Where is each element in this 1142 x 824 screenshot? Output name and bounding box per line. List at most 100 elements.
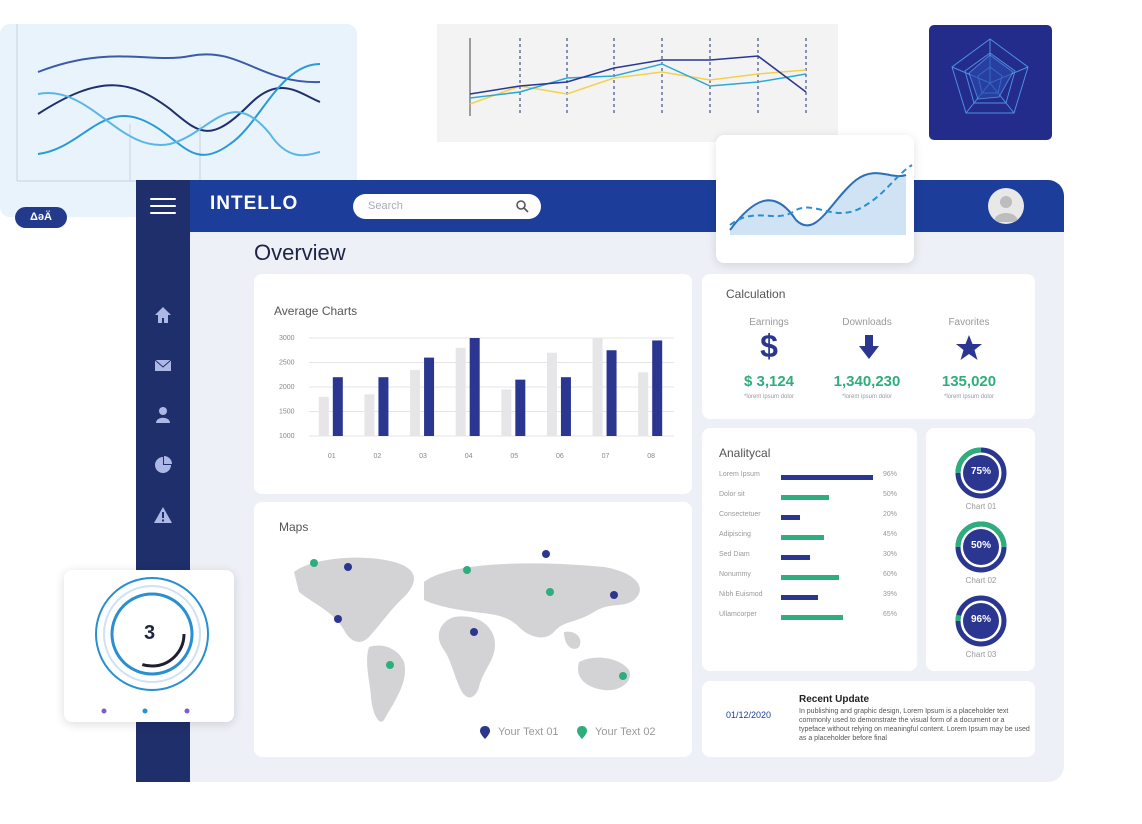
line-chart (469, 38, 807, 116)
analytical-bar (781, 595, 818, 600)
earnings-sub: *lorem ipsum dolor (743, 394, 795, 400)
calculation-title: Calculation (726, 287, 786, 301)
favorites-label: Favorites (948, 317, 990, 328)
warning-icon[interactable] (153, 505, 173, 525)
bar-series-2 (378, 377, 389, 436)
download-arrow-icon (859, 335, 879, 359)
analytical-bar (781, 535, 824, 540)
legend-label-01: Your Text 01 (498, 726, 559, 738)
pie-chart-icon[interactable] (153, 455, 173, 475)
top-bar: INTELLO Search (190, 180, 1064, 232)
analytical-bar (781, 475, 873, 480)
x-tick-label: 05 (510, 453, 518, 460)
analytical-bar (781, 495, 829, 500)
analytical-row-percent: 60% (883, 571, 898, 578)
dashboard-window: INTELLO Search Overview Average Charts 3… (136, 180, 1064, 782)
area-chart-card (716, 135, 914, 263)
calculation-panel: Calculation Earnings $ $ 3,124 *lorem ip… (702, 274, 1035, 419)
bar-series-1 (455, 347, 466, 436)
page-title: Overview (254, 240, 346, 265)
downloads-label: Downloads (842, 317, 892, 328)
hamburger-menu-icon[interactable] (150, 198, 176, 214)
progress-ring-label: Chart 02 (965, 576, 997, 585)
analytical-bar (781, 575, 839, 580)
dollar-icon: $ (760, 329, 778, 363)
bar-series-2 (332, 377, 343, 436)
bar-series-2 (606, 350, 617, 436)
bar-series-2 (469, 338, 480, 436)
bar-series-1 (318, 396, 329, 436)
avatar[interactable] (988, 188, 1024, 224)
y-tick-label: 2000 (279, 384, 295, 391)
legend-label-02: Your Text 02 (595, 726, 656, 738)
bar-series-1 (501, 389, 512, 436)
bar-series-2 (424, 357, 435, 436)
analytical-row-percent: 65% (883, 611, 898, 618)
bar-series-2 (652, 340, 663, 436)
earnings-label: Earnings (749, 317, 789, 328)
radar-chart (951, 38, 1029, 114)
recent-update-text: In publishing and graphic design, Lorem … (799, 708, 1030, 742)
bar-series-1 (546, 352, 557, 436)
bar-series-2 (560, 377, 571, 436)
analytical-row-label: Sed Diam (719, 551, 750, 558)
downloads-sub: *lorem ipsum dolor (841, 394, 893, 400)
rings-panel: 75% Chart 01 50% Chart 02 96% Chart 03 (926, 428, 1035, 671)
bar-series-1 (638, 372, 649, 436)
x-tick-label: 04 (465, 453, 473, 460)
bar-series-1 (410, 369, 421, 436)
analytical-row-percent: 96% (883, 471, 898, 478)
progress-ring-label: Chart 03 (965, 650, 997, 659)
favorites-sub: *lorem ipsum dolor (943, 394, 995, 400)
analytical-row-label: Dolor sit (719, 491, 745, 498)
bar-series-1 (364, 394, 375, 436)
bar-series-2 (515, 379, 526, 436)
area-chart (729, 164, 913, 235)
user-icon[interactable] (153, 405, 173, 425)
analytical-row-label: Nonummy (719, 571, 751, 578)
search-icon[interactable] (515, 199, 529, 213)
analytical-row-label: Lorem Ipsum (719, 471, 760, 478)
progress-ring-label: Chart 01 (965, 502, 997, 511)
x-tick-label: 08 (647, 453, 655, 460)
x-tick-label: 02 (374, 453, 382, 460)
analytical-title: Analitycal (719, 446, 771, 460)
average-bar-chart: 3000 2500 2000 1500 1000 01 02 03 04 05 06 07 08 (279, 335, 674, 460)
search-input[interactable]: Search (353, 194, 541, 219)
analytical-row-percent: 30% (883, 551, 898, 558)
analytical-panel: Analitycal Lorem Ipsum 96% Dolor sit 50% Con… (702, 428, 917, 671)
analytical-bar (781, 515, 800, 520)
app-logo: INTELLO (210, 193, 299, 214)
recent-update-title: Recent Update (799, 694, 870, 705)
analytical-row-label: Nibh Euismod (719, 591, 763, 598)
favorites-value: 135,020 (941, 373, 997, 390)
font-badge[interactable]: ΔəÄ (15, 207, 67, 228)
progress-donut-card: 3 (64, 570, 234, 722)
x-tick-label: 01 (328, 453, 336, 460)
star-icon (956, 335, 982, 360)
donut-number: 3 (144, 622, 156, 644)
legend-marker-green-icon (577, 726, 587, 739)
progress-ring-percent: 50% (970, 540, 991, 551)
mail-icon[interactable] (153, 355, 173, 375)
y-tick-label: 3000 (279, 335, 295, 342)
recent-update-date: 01/12/2020 (726, 710, 772, 720)
home-icon[interactable] (153, 305, 173, 325)
recent-update-panel: 01/12/2020 Recent Update In publishing a… (702, 681, 1035, 757)
progress-donut (95, 577, 209, 714)
progress-ring-percent: 75% (970, 466, 991, 477)
search-placeholder: Search (368, 200, 403, 212)
x-tick-label: 03 (419, 453, 427, 460)
world-map (294, 550, 640, 722)
y-tick-label: 1000 (279, 433, 295, 440)
bar-series-1 (592, 338, 603, 436)
progress-ring-percent: 96% (970, 614, 991, 625)
y-tick-label: 2500 (279, 360, 295, 367)
maps-panel: Maps Your Text 01 Your Text 02 (254, 502, 692, 757)
line-chart-card (437, 24, 838, 142)
x-tick-label: 06 (556, 453, 564, 460)
y-tick-label: 1500 (279, 409, 295, 416)
svg-text:$: $ (760, 329, 778, 363)
analytical-row-label: Ullamcorper (719, 611, 757, 618)
analytical-row-percent: 45% (883, 531, 898, 538)
